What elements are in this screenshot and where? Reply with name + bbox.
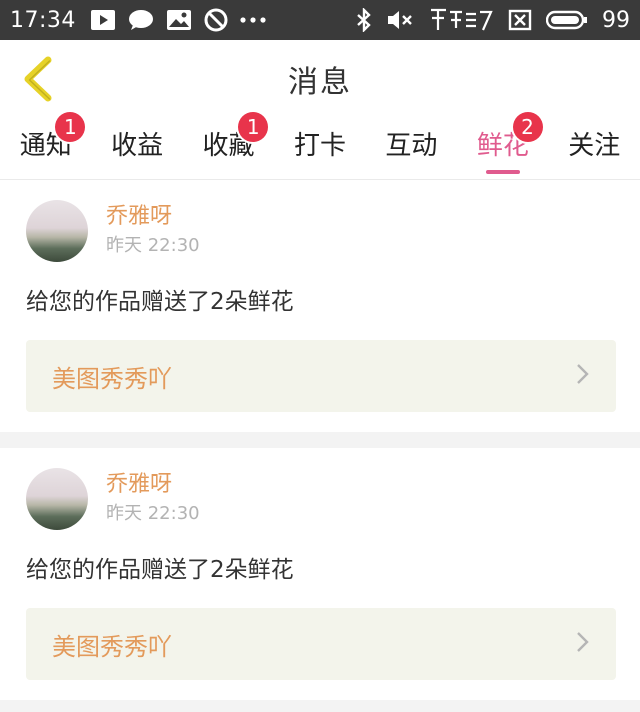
play-icon [90, 9, 116, 31]
avatar[interactable] [26, 468, 88, 530]
bluetooth-icon [356, 8, 372, 32]
status-time: 17:34 [10, 7, 76, 33]
sender-name[interactable]: 乔雅呀 [106, 470, 200, 500]
battery-icon [546, 10, 588, 30]
chevron-left-icon [24, 56, 52, 102]
unread-badge: 2 [512, 111, 543, 142]
battery-percent: 99 [602, 7, 630, 33]
work-link[interactable]: 美图秀秀吖 [26, 608, 616, 680]
mute-icon [386, 9, 414, 31]
tab-favorites[interactable]: 收藏 1 [183, 111, 274, 180]
more-icon [240, 15, 266, 25]
unread-badge: 1 [238, 111, 269, 142]
tab-label: 收益 [111, 130, 164, 161]
message-time: 昨天 22:30 [106, 503, 200, 524]
work-title: 美图秀秀吖 [52, 632, 172, 661]
message-header: 乔雅呀 昨天 22:30 [26, 466, 616, 532]
close-box-icon [508, 9, 532, 31]
message-meta: 乔雅呀 昨天 22:30 [106, 202, 200, 260]
tab-flowers[interactable]: 鲜花 2 [457, 111, 548, 180]
avatar[interactable] [26, 200, 88, 262]
active-tab-indicator [485, 169, 520, 174]
tab-follows[interactable]: 关注 [549, 118, 640, 180]
page-title: 消息 [288, 65, 352, 100]
tab-interactions[interactable]: 互动 [366, 118, 457, 180]
status-bar: 17:34 99 [0, 0, 640, 40]
message-list: 乔雅呀 昨天 22:30 给您的作品赠送了2朵鲜花 美图秀秀吖 乔雅呀 昨天 2… [0, 180, 640, 700]
message-card: 乔雅呀 昨天 22:30 给您的作品赠送了2朵鲜花 美图秀秀吖 [0, 448, 640, 700]
message-text: 给您的作品赠送了2朵鲜花 [26, 557, 294, 583]
tab-notifications[interactable]: 通知 1 [0, 111, 91, 180]
sender-name[interactable]: 乔雅呀 [106, 202, 200, 232]
tab-label: 关注 [568, 130, 621, 161]
message-card: 乔雅呀 昨天 22:30 给您的作品赠送了2朵鲜花 美图秀秀吖 [0, 180, 640, 432]
message-meta: 乔雅呀 昨天 22:30 [106, 470, 200, 528]
message-text: 给您的作品赠送了2朵鲜花 [26, 289, 294, 315]
image-icon [166, 9, 192, 31]
chat-icon [128, 9, 154, 31]
chevron-right-icon [576, 360, 590, 393]
block-icon [204, 8, 228, 32]
chevron-right-icon [576, 628, 590, 661]
tab-label: 互动 [385, 130, 438, 161]
tab-label: 打卡 [293, 130, 346, 161]
header: 消息 [0, 40, 640, 118]
tab-checkin[interactable]: 打卡 [274, 118, 365, 180]
hatsune-logo [428, 6, 494, 34]
tab-earnings[interactable]: 收益 [91, 118, 182, 180]
work-title: 美图秀秀吖 [52, 364, 172, 393]
tab-bar: 通知 1 收益 收藏 1 打卡 互动 鲜花 2 关注 [0, 111, 640, 180]
message-time: 昨天 22:30 [106, 235, 200, 256]
work-link[interactable]: 美图秀秀吖 [26, 340, 616, 412]
unread-badge: 1 [55, 111, 86, 142]
message-header: 乔雅呀 昨天 22:30 [26, 198, 616, 264]
back-button[interactable] [12, 52, 62, 106]
